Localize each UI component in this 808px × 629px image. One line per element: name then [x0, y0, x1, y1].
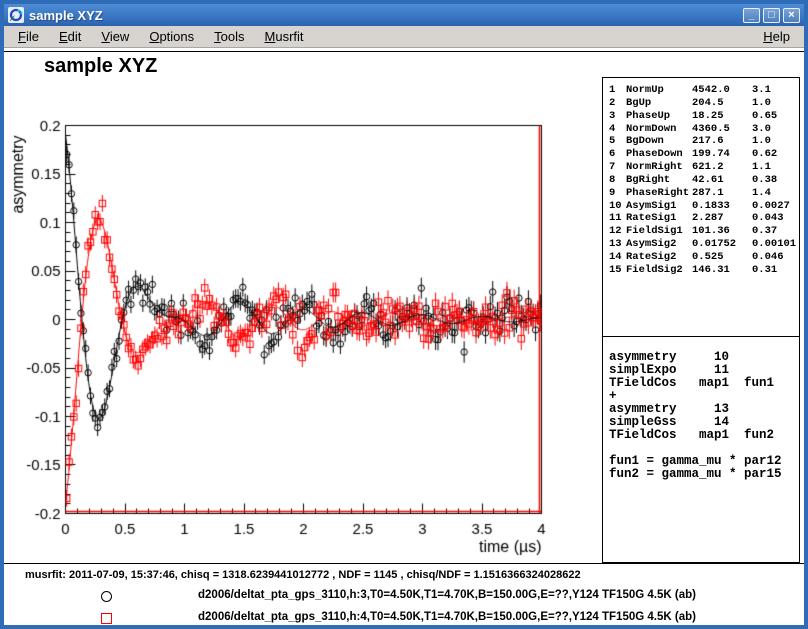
theory-list: asymmetry 10simplExpo 11TFieldCos map1 f…: [603, 337, 799, 481]
param-row: 2BgUp204.51.0: [609, 97, 799, 110]
menu-options[interactable]: Options: [139, 27, 204, 46]
root-canvas: sample XYZ 1NormUp4542.03.12BgUp204.51.0…: [4, 48, 804, 625]
param-row: 7NormRight621.21.1: [609, 161, 799, 174]
menu-view[interactable]: View: [91, 27, 139, 46]
close-icon[interactable]: ×: [783, 8, 800, 23]
param-row: 12FieldSig1101.360.37: [609, 225, 799, 238]
menu-edit[interactable]: Edit: [49, 27, 91, 46]
param-row: 5BgDown217.61.0: [609, 135, 799, 148]
param-row: 11RateSig12.2870.043: [609, 212, 799, 225]
menu-musrfit[interactable]: Musrfit: [255, 27, 314, 46]
parameter-list: 1NormUp4542.03.12BgUp204.51.03PhaseUp18.…: [603, 78, 799, 337]
app-icon[interactable]: [8, 7, 24, 23]
status-pad: musrfit: 2011-07-09, 15:37:46, chisq = 1…: [4, 563, 804, 625]
param-row: 4NormDown4360.53.0: [609, 123, 799, 136]
param-row: 10AsymSig10.18330.0027: [609, 200, 799, 213]
window-controls: _ □ ×: [743, 8, 800, 23]
menu-tools[interactable]: Tools: [204, 27, 254, 46]
param-row: 13AsymSig20.017520.00101: [609, 238, 799, 251]
circle-marker-icon: [101, 591, 112, 602]
param-row: 14RateSig20.5250.046: [609, 251, 799, 264]
menu-bar: FileEditViewOptionsToolsMusrfit Help: [4, 26, 804, 48]
param-row: 3PhaseUp18.250.65: [609, 110, 799, 123]
title-bar[interactable]: sample XYZ _ □ ×: [4, 4, 804, 26]
theory-line: TFieldCos map1 fun1: [609, 377, 799, 390]
fit-status-text: musrfit: 2011-07-09, 15:37:46, chisq = 1…: [25, 569, 581, 581]
param-row: 6PhaseDown199.740.62: [609, 148, 799, 161]
legend-entry: d2006/deltat_pta_gps_3110,h:4,T0=4.50K,T…: [198, 611, 696, 623]
minimize-icon[interactable]: _: [743, 8, 760, 23]
window-title: sample XYZ: [29, 8, 738, 23]
theory-line: TFieldCos map1 fun2: [609, 429, 799, 442]
app-window: sample XYZ _ □ × FileEditViewOptionsTool…: [0, 0, 808, 629]
param-row: 15FieldSig2146.310.31: [609, 264, 799, 277]
menu-help[interactable]: Help: [753, 27, 800, 46]
menu-file[interactable]: File: [8, 27, 49, 46]
param-row: 9PhaseRight287.11.4: [609, 187, 799, 200]
theory-line: fun2 = gamma_mu * par15: [609, 468, 799, 481]
plot-canvas[interactable]: [4, 48, 604, 563]
maximize-icon[interactable]: □: [763, 8, 780, 23]
param-row: 8BgRight42.610.38: [609, 174, 799, 187]
square-marker-icon: [101, 613, 112, 624]
param-row: 1NormUp4542.03.1: [609, 84, 799, 97]
right-panel: 1NormUp4542.03.12BgUp204.51.03PhaseUp18.…: [602, 77, 800, 563]
legend-entry: d2006/deltat_pta_gps_3110,h:3,T0=4.50K,T…: [198, 589, 696, 601]
